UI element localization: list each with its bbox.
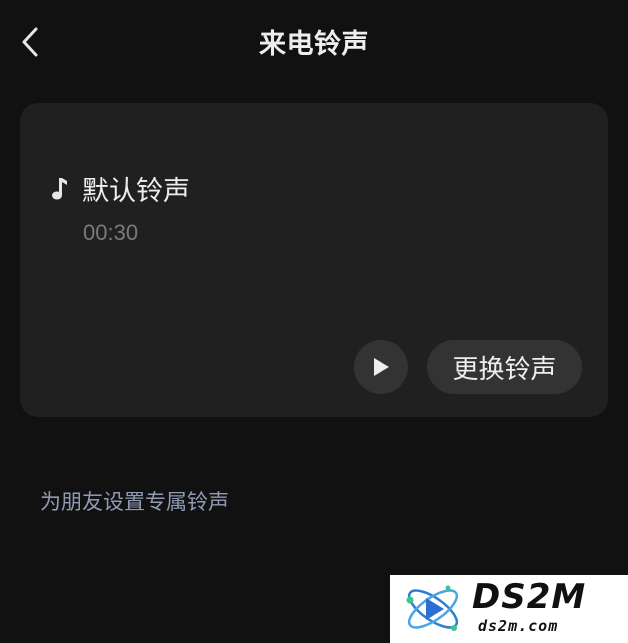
ringtone-card: 默认铃声 00:30 更换铃声 <box>20 103 608 417</box>
play-button[interactable] <box>354 340 408 394</box>
play-icon <box>374 358 389 376</box>
change-ringtone-button[interactable]: 更换铃声 <box>427 340 582 394</box>
atom-logo-icon <box>406 585 459 631</box>
music-note-icon <box>52 178 67 200</box>
header-bar: 来电铃声 <box>0 0 628 84</box>
watermark-url: ds2m.com <box>478 617 559 635</box>
friend-ringtone-link[interactable]: 为朋友设置专属铃声 <box>40 486 229 516</box>
watermark-title: DS2M <box>472 577 587 617</box>
watermark: DS2M ds2m.com <box>390 575 628 643</box>
page-title: 来电铃声 <box>259 29 369 60</box>
ringtone-duration: 00:30 <box>83 220 139 245</box>
ringtone-name: 默认铃声 <box>82 176 190 207</box>
